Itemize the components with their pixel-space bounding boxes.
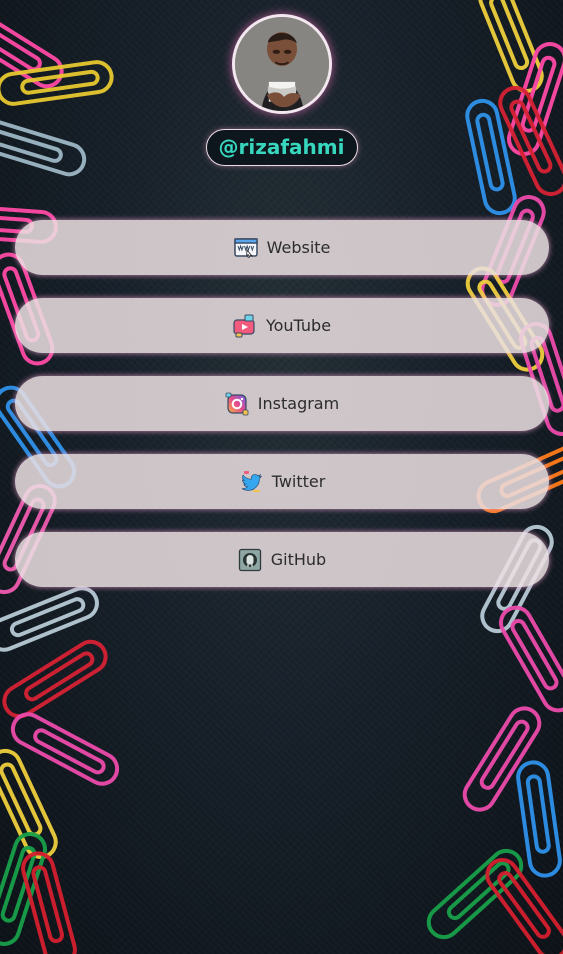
paperclip-decoration [17, 847, 81, 954]
website-icon [233, 236, 258, 260]
youtube-link-button[interactable]: YouTube [15, 298, 549, 353]
paperclip-decoration [478, 851, 563, 954]
avatar [231, 14, 332, 114]
youtube-link-label: YouTube [265, 316, 332, 335]
avatar-image [234, 17, 329, 111]
instagram-icon [225, 392, 249, 416]
twitter-link-button[interactable]: Twitter [15, 454, 549, 509]
profile-header: @rizafahmi [0, 14, 563, 166]
paperclip-decoration [419, 841, 531, 947]
website-link-label: Website [266, 238, 331, 257]
instagram-link-label: Instagram [257, 394, 340, 413]
paperclip-decoration [0, 743, 64, 865]
paperclip-decoration [456, 699, 548, 819]
username-handle: @rizafahmi [205, 129, 358, 166]
link-list: Website YouTube Instagram Twitter GitHub [15, 220, 549, 610]
paperclip-decoration [4, 706, 126, 792]
youtube-icon [233, 314, 257, 338]
github-link-button[interactable]: GitHub [15, 532, 549, 587]
paperclip-decoration [0, 827, 52, 951]
twitter-link-label: Twitter [271, 472, 326, 491]
github-link-label: GitHub [270, 550, 327, 569]
website-link-button[interactable]: Website [15, 220, 549, 275]
github-icon [238, 548, 262, 572]
twitter-icon [239, 470, 263, 494]
paperclip-decoration [492, 599, 563, 719]
instagram-link-button[interactable]: Instagram [15, 376, 549, 431]
paperclip-decoration [513, 758, 563, 880]
paperclip-decoration [0, 633, 115, 725]
